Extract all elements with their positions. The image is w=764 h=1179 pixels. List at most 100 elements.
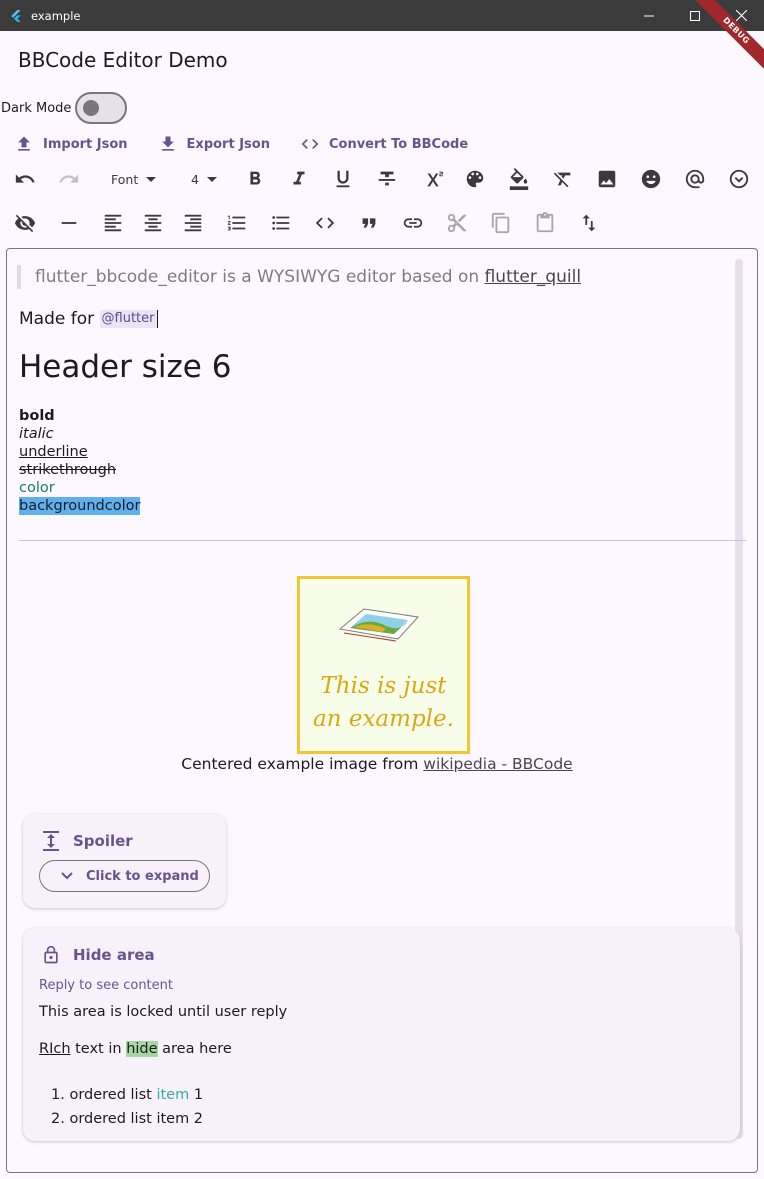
superscript-button[interactable] <box>421 167 445 191</box>
image-icon <box>598 170 616 188</box>
flutter-logo-icon <box>11 9 21 22</box>
mention-button[interactable] <box>683 167 707 191</box>
quote-button[interactable] <box>357 211 381 235</box>
window-titlebar: example <box>0 0 764 31</box>
header-text: Header size 6 <box>19 349 232 385</box>
color-text: color <box>19 480 55 496</box>
minimize-icon <box>644 15 654 16</box>
underline-text: underline <box>19 444 88 460</box>
convert-bbcode-label: Convert To BBCode <box>328 136 469 152</box>
strikethrough-button[interactable] <box>375 167 399 191</box>
hide-area-rich-text: RIch text in hide area here <box>39 1041 232 1057</box>
dark-mode-row: Dark Mode <box>1 92 128 124</box>
quote-text: flutter_bbcode_editor is a WYSIWYG edito… <box>35 267 485 287</box>
code-icon <box>301 139 319 149</box>
export-json-button[interactable]: Export Json <box>158 132 270 156</box>
align-right-icon <box>184 214 202 232</box>
rich-underlined: RIch <box>39 1041 71 1057</box>
cut-button[interactable] <box>445 211 469 235</box>
wikipedia-link[interactable]: wikipedia - BBCode <box>423 755 572 773</box>
align-center-button[interactable] <box>141 211 165 235</box>
italic-text: italic <box>19 426 54 442</box>
clear-format-button[interactable] <box>551 167 575 191</box>
bold-button[interactable] <box>243 167 267 191</box>
insert-link-button[interactable] <box>401 211 425 235</box>
code-block-button[interactable] <box>313 211 337 235</box>
caret-down-icon <box>146 176 157 182</box>
hide-area-card: Hide area Reply to see content This area… <box>23 928 740 1141</box>
align-center-icon <box>144 214 162 232</box>
underline-button[interactable] <box>331 167 355 191</box>
download-icon <box>161 136 174 151</box>
size-dropdown[interactable]: 4 <box>191 167 217 191</box>
ordered-list: 1. ordered list item 1 2. ordered list i… <box>51 1083 203 1131</box>
numbered-list-icon <box>227 215 246 231</box>
import-json-button[interactable]: Import Json <box>14 132 128 156</box>
list-colored-text: item <box>156 1087 190 1103</box>
emoji-button[interactable] <box>639 167 663 191</box>
hide-content-button[interactable] <box>13 211 37 235</box>
caret-down-icon <box>206 176 217 182</box>
code-icon <box>315 217 335 229</box>
copy-icon <box>491 212 510 234</box>
landscape-picture-icon <box>338 608 420 642</box>
ordered-list-button[interactable] <box>225 211 249 235</box>
clipboard-icon <box>536 212 554 233</box>
spoiler-expand-button[interactable]: Click to expand <box>39 860 210 892</box>
flutter-quill-link[interactable]: flutter_quill <box>485 267 582 287</box>
link-icon <box>403 218 423 228</box>
size-dropdown-label: 4 <box>191 171 199 187</box>
window-controls <box>626 0 764 31</box>
at-sign-icon <box>685 169 705 189</box>
toolbar-row-2 <box>0 203 764 243</box>
strikethrough-text: strikethrough <box>19 462 117 478</box>
text-color-button[interactable] <box>463 167 487 191</box>
font-dropdown[interactable]: Font <box>111 167 157 191</box>
example-image[interactable]: This is just an example. <box>297 576 470 754</box>
hide-area-header: Hide area <box>41 944 155 966</box>
paste-button[interactable] <box>533 211 557 235</box>
dark-mode-switch[interactable] <box>75 92 128 124</box>
eye-off-icon <box>14 214 36 233</box>
swap-vert-icon <box>582 214 596 232</box>
maximize-icon <box>690 10 700 21</box>
more-options-button[interactable] <box>727 167 751 191</box>
mention-chip[interactable]: @flutter <box>99 310 157 328</box>
rich-plain: text in <box>70 1041 127 1057</box>
image-caption: Centered example image from wikipedia - … <box>7 755 747 773</box>
rich-plain-end: area here <box>157 1041 232 1057</box>
image-text-line-1: This is just <box>320 673 447 699</box>
redo-button[interactable] <box>57 167 81 191</box>
swap-button[interactable] <box>577 211 601 235</box>
lock-icon <box>44 945 58 964</box>
dark-mode-label: Dark Mode <box>1 100 72 116</box>
undo-button[interactable] <box>13 167 37 191</box>
divider-button[interactable] <box>57 211 81 235</box>
align-right-button[interactable] <box>181 211 205 235</box>
background-color-button[interactable] <box>507 167 531 191</box>
list-item: 2. ordered list item 2 <box>51 1107 203 1131</box>
image-text-line-2: an example. <box>313 706 454 732</box>
convert-bbcode-button[interactable]: Convert To BBCode <box>300 132 468 156</box>
minimize-button[interactable] <box>626 0 672 31</box>
insert-image-button[interactable] <box>595 167 619 191</box>
bold-text: bold <box>19 408 55 424</box>
italic-button[interactable] <box>287 167 311 191</box>
superscript-icon <box>427 171 444 187</box>
align-left-icon <box>104 214 122 232</box>
list-text: ordered list <box>69 1087 157 1103</box>
import-json-label: Import Json <box>43 136 128 152</box>
made-for-text: Made for <box>19 309 100 329</box>
list-number: 2. <box>51 1111 65 1127</box>
bullet-list-button[interactable] <box>269 211 293 235</box>
editor-area[interactable]: flutter_bbcode_editor is a WYSIWYG edito… <box>6 248 758 1173</box>
list-text-end: 1 <box>189 1087 204 1103</box>
copy-button[interactable] <box>489 211 513 235</box>
list-number: 1. <box>51 1087 65 1103</box>
blockquote: flutter_bbcode_editor is a WYSIWYG edito… <box>17 265 581 289</box>
align-left-button[interactable] <box>101 211 125 235</box>
list-text: ordered list item 2 <box>69 1111 204 1127</box>
fill-bucket-icon <box>509 168 529 190</box>
strikethrough-icon <box>378 171 396 186</box>
switch-knob <box>83 100 100 116</box>
